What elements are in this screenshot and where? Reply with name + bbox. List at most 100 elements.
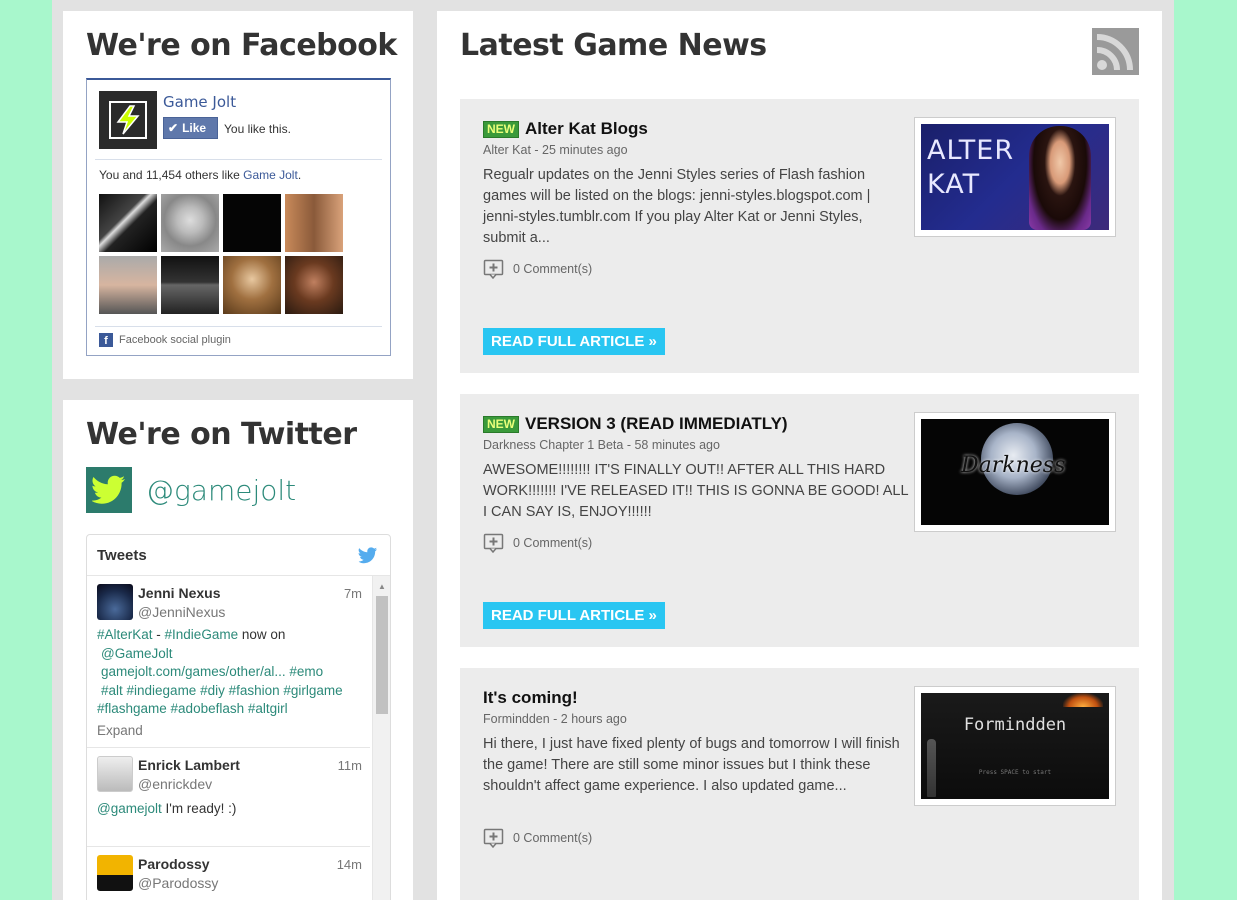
news-item-comments[interactable]: 0 Comment(s) bbox=[483, 828, 592, 848]
thumbnail-caption: ALTER KAT bbox=[927, 135, 1015, 200]
hashtag-links[interactable]: #flashgame #adobeflash #altgirl bbox=[97, 701, 288, 716]
facebook-title: We're on Facebook bbox=[86, 28, 397, 63]
fan-avatar[interactable] bbox=[285, 194, 343, 252]
tweet-timestamp[interactable]: 7m bbox=[344, 586, 362, 601]
thumbnail-caption: Formindden bbox=[963, 715, 1067, 735]
news-title: Latest Game News bbox=[460, 28, 767, 63]
thumbnail-subcaption: Press SPACE to start bbox=[978, 769, 1052, 776]
avatar[interactable] bbox=[97, 584, 133, 620]
comment-add-icon bbox=[483, 533, 504, 553]
hashtag-links[interactable]: #alt #indiegame #diy #fashion #girlgame bbox=[101, 683, 343, 698]
news-item-title[interactable]: VERSION 3 (READ IMMEDIATLY) bbox=[525, 414, 788, 434]
formindden-image: Formindden Press SPACE to start bbox=[921, 693, 1109, 799]
hashtag-link[interactable]: #AlterKat bbox=[97, 627, 153, 642]
tweet-text-part: I'm ready! :) bbox=[161, 801, 237, 816]
you-like-text: You like this. bbox=[224, 122, 291, 136]
news-item-thumbnail[interactable]: ALTER KAT bbox=[914, 117, 1116, 237]
twitter-bird-icon[interactable] bbox=[358, 546, 378, 564]
tweet-item: Jenni Nexus @JenniNexus 7m #AlterKat - #… bbox=[87, 576, 370, 748]
game-jolt-logo[interactable] bbox=[99, 91, 157, 149]
tweet-expand-link[interactable]: Expand bbox=[97, 723, 143, 738]
facebook-social-plugin[interactable]: f Facebook social plugin bbox=[99, 333, 231, 347]
fan-avatar[interactable] bbox=[99, 194, 157, 252]
tweet-author-name[interactable]: Jenni Nexus bbox=[138, 585, 220, 601]
facebook-page-name[interactable]: Game Jolt bbox=[163, 93, 236, 111]
tweet-timestamp[interactable]: 14m bbox=[337, 857, 362, 872]
fan-avatar[interactable] bbox=[161, 194, 219, 252]
alter-kat-image: ALTER KAT bbox=[921, 124, 1109, 230]
like-label: Like bbox=[182, 121, 207, 135]
divider bbox=[95, 159, 382, 160]
tweet-text-part: - bbox=[152, 627, 165, 642]
like-count-link[interactable]: Game Jolt bbox=[243, 168, 298, 182]
rss-icon[interactable] bbox=[1092, 28, 1139, 75]
scroll-up-icon[interactable]: ▲ bbox=[378, 582, 386, 591]
tweets-title[interactable]: Tweets bbox=[97, 547, 147, 564]
tweet-author-handle[interactable]: @enrickdev bbox=[138, 776, 212, 792]
fan-avatar[interactable] bbox=[161, 256, 219, 314]
tweet-text-part: now on bbox=[238, 627, 286, 642]
twitter-handle[interactable]: @gamejolt bbox=[146, 474, 296, 507]
like-count: You and 11,454 others like Game Jolt. bbox=[99, 168, 301, 182]
page-wrapper: We're on Facebook Game Jolt ✔ Like You l… bbox=[52, 0, 1174, 900]
comment-count: 0 Comment(s) bbox=[513, 831, 593, 845]
mention-link[interactable]: @gamejolt bbox=[97, 801, 162, 816]
news-item-title-row: NEW Alter Kat Blogs bbox=[483, 119, 648, 139]
fan-faces-grid bbox=[99, 194, 347, 314]
tweet-text: #AlterKat - #IndieGame now on @GameJolt … bbox=[97, 626, 365, 719]
new-badge: NEW bbox=[483, 120, 519, 138]
news-item-body: Regualr updates on the Jenni Styles seri… bbox=[483, 167, 871, 246]
checkmark-icon: ✔ bbox=[168, 121, 179, 135]
avatar[interactable] bbox=[97, 756, 133, 792]
fan-avatar[interactable] bbox=[285, 256, 343, 314]
facebook-like-button[interactable]: ✔ Like bbox=[163, 117, 218, 139]
news-item-thumbnail[interactable]: Darkness bbox=[914, 412, 1116, 532]
tweet-author-name[interactable]: Enrick Lambert bbox=[138, 757, 240, 773]
news-item-title[interactable]: Alter Kat Blogs bbox=[525, 119, 648, 139]
fan-avatar[interactable] bbox=[99, 256, 157, 314]
tweets-scrollbar[interactable]: ▲ bbox=[372, 576, 390, 900]
tweet-author-handle[interactable]: @JenniNexus bbox=[138, 604, 225, 620]
news-item-title-row: NEW VERSION 3 (READ IMMEDIATLY) bbox=[483, 414, 788, 434]
news-panel: Latest Game News NEW Alter Kat Blogs Alt… bbox=[437, 11, 1162, 900]
darkness-image: Darkness bbox=[921, 419, 1109, 525]
news-item-meta[interactable]: Alter Kat - 25 minutes ago bbox=[483, 143, 628, 157]
twitter-bird-icon bbox=[86, 467, 132, 513]
divider bbox=[95, 326, 382, 327]
news-item-title-row: It's coming! bbox=[483, 688, 578, 708]
new-badge: NEW bbox=[483, 415, 519, 433]
read-full-article-button[interactable]: READ FULL ARTICLE » bbox=[483, 602, 665, 629]
news-item-comments[interactable]: 0 Comment(s) bbox=[483, 259, 592, 279]
news-item-thumbnail[interactable]: Formindden Press SPACE to start bbox=[914, 686, 1116, 806]
comment-add-icon bbox=[483, 828, 504, 848]
fan-avatar[interactable] bbox=[223, 194, 281, 252]
facebook-icon: f bbox=[99, 333, 113, 347]
comment-add-icon bbox=[483, 259, 504, 279]
scrollbar-thumb[interactable] bbox=[376, 596, 388, 714]
news-item: NEW VERSION 3 (READ IMMEDIATLY) Darkness… bbox=[460, 394, 1139, 647]
hashtag-link[interactable]: #IndieGame bbox=[165, 627, 239, 642]
plugin-label: Facebook social plugin bbox=[119, 334, 231, 346]
tweet-author-name[interactable]: Parodossy bbox=[138, 856, 210, 872]
comment-count: 0 Comment(s) bbox=[513, 262, 593, 276]
facebook-like-box: Game Jolt ✔ Like You like this. You and … bbox=[86, 78, 391, 356]
tweets-header: Tweets bbox=[87, 535, 390, 576]
tweet-timestamp[interactable]: 11m bbox=[338, 758, 362, 773]
news-item-title[interactable]: It's coming! bbox=[483, 688, 578, 708]
avatar[interactable] bbox=[97, 855, 133, 891]
tweet-item: Parodossy @Parodossy 14m bbox=[87, 847, 370, 900]
tweet-link[interactable]: gamejolt.com/games/other/al... #emo bbox=[101, 664, 323, 679]
twitter-title: We're on Twitter bbox=[86, 417, 357, 452]
tweet-author-handle[interactable]: @Parodossy bbox=[138, 875, 218, 891]
news-item-meta[interactable]: Formindden - 2 hours ago bbox=[483, 712, 627, 726]
news-item-comments[interactable]: 0 Comment(s) bbox=[483, 533, 592, 553]
read-full-article-button[interactable]: READ FULL ARTICLE » bbox=[483, 328, 665, 355]
news-item-meta[interactable]: Darkness Chapter 1 Beta - 58 minutes ago bbox=[483, 438, 720, 452]
thumbnail-caption: Darkness bbox=[961, 453, 1066, 478]
twitter-account[interactable]: @gamejolt bbox=[86, 467, 296, 513]
like-count-prefix: You and 11,454 others like bbox=[99, 168, 244, 182]
news-item-body: AWESOME!!!!!!!! IT'S FINALLY OUT!! AFTER… bbox=[483, 462, 908, 520]
fan-avatar[interactable] bbox=[223, 256, 281, 314]
mention-link[interactable]: @GameJolt bbox=[101, 646, 172, 661]
tweets-widget: Tweets Jenni Nexus @JenniNexus 7m #Alter… bbox=[86, 534, 391, 900]
